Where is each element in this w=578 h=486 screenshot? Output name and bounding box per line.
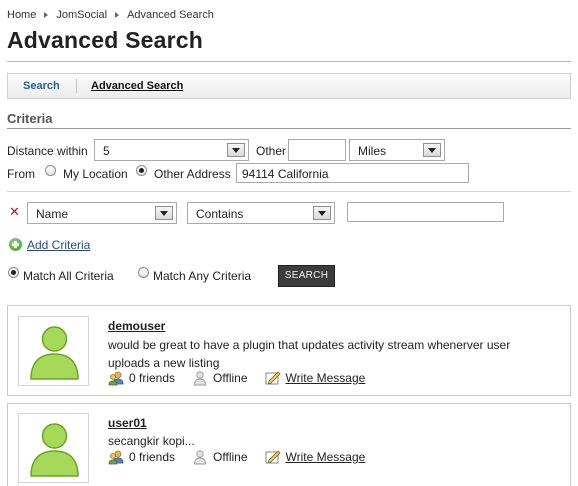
match-any-radio[interactable] — [138, 267, 149, 278]
default-user-avatar-icon[interactable] — [18, 413, 89, 483]
page-title: Advanced Search — [7, 27, 204, 53]
condition-select[interactable]: Contains — [187, 202, 335, 224]
friends-icon — [108, 370, 124, 386]
my-location-radio[interactable] — [45, 165, 56, 176]
chevron-down-icon — [313, 206, 331, 220]
other-distance-input[interactable] — [288, 139, 346, 161]
write-message-icon[interactable] — [265, 370, 281, 386]
tab-search[interactable]: Search — [23, 80, 60, 92]
field-select[interactable]: Name — [27, 202, 177, 224]
title-divider — [7, 61, 571, 62]
match-all-radio[interactable] — [8, 267, 19, 278]
breadcrumb-separator-icon — [44, 12, 49, 18]
result-username[interactable]: user01 — [108, 416, 147, 430]
chevron-down-icon — [423, 143, 441, 157]
online-status: Offline — [213, 371, 248, 385]
other-address-radio[interactable] — [136, 165, 147, 176]
result-status: secangkir kopi... — [108, 434, 195, 448]
add-criteria-icon[interactable] — [9, 238, 22, 251]
add-criteria-link[interactable]: Add Criteria — [27, 238, 90, 252]
breadcrumb-home[interactable]: Home — [7, 9, 36, 21]
distance-select-value: 5 — [103, 144, 110, 158]
criteria-section-divider — [7, 191, 571, 192]
breadcrumb: Home JomSocial Advanced Search — [7, 9, 214, 21]
result-item: demouser would be great to have a plugin… — [7, 305, 571, 396]
result-status: would be great to have a plugin that upd… — [108, 338, 511, 370]
write-message-icon[interactable] — [265, 449, 281, 465]
chevron-down-icon — [155, 206, 173, 220]
distance-unit-value: Miles — [358, 144, 387, 158]
search-tabbar: Search Advanced Search — [7, 73, 571, 99]
other-distance-label: Other — [256, 144, 287, 158]
match-any-label: Match Any Criteria — [153, 269, 252, 283]
breadcrumb-jomsocial[interactable]: JomSocial — [56, 9, 107, 21]
criteria-value-input[interactable] — [347, 202, 504, 222]
match-all-label: Match All Criteria — [23, 269, 114, 283]
offline-user-icon — [192, 449, 208, 465]
result-meta: 0 friends Offline Write Message — [108, 370, 382, 386]
remove-criteria-icon[interactable]: ✕ — [9, 204, 20, 220]
other-address-label: Other Address — [154, 167, 231, 181]
condition-select-value: Contains — [196, 207, 244, 221]
criteria-heading: Criteria — [7, 111, 53, 126]
result-username[interactable]: demouser — [108, 319, 165, 333]
write-message-link[interactable]: Write Message — [286, 450, 366, 464]
distance-select[interactable]: 5 — [94, 139, 249, 161]
criteria-divider — [7, 128, 571, 129]
online-status: Offline — [213, 450, 248, 464]
chevron-down-icon — [227, 143, 245, 157]
from-label: From — [7, 167, 35, 181]
offline-user-icon — [192, 370, 208, 386]
tab-divider — [76, 79, 77, 93]
search-button[interactable]: SEARCH — [278, 265, 335, 287]
write-message-link[interactable]: Write Message — [286, 371, 366, 385]
my-location-label: My Location — [63, 167, 128, 181]
breadcrumb-current: Advanced Search — [127, 9, 214, 21]
default-user-avatar-icon[interactable] — [18, 316, 89, 386]
result-meta: 0 friends Offline Write Message — [108, 449, 382, 465]
friends-icon — [108, 449, 124, 465]
distance-within-label: Distance within — [7, 144, 88, 158]
field-select-value: Name — [36, 207, 69, 221]
address-input[interactable]: 94114 California — [236, 163, 469, 183]
breadcrumb-separator-icon — [115, 12, 120, 18]
distance-unit-select[interactable]: Miles — [349, 139, 445, 161]
friends-count[interactable]: 0 friends — [129, 450, 175, 464]
result-item: user01 secangkir kopi... 0 friends Offli… — [7, 403, 571, 486]
tab-advanced-search[interactable]: Advanced Search — [91, 80, 183, 92]
friends-count[interactable]: 0 friends — [129, 371, 175, 385]
